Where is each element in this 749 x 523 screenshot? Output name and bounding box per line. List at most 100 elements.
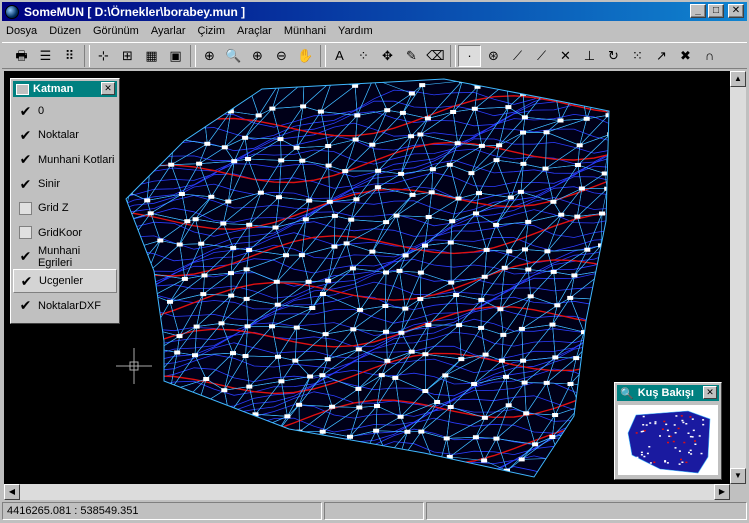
survey-point[interactable] xyxy=(124,374,130,379)
pencil-button[interactable]: ✎ xyxy=(400,45,423,67)
checkmark-icon[interactable]: ✔ xyxy=(19,104,32,118)
grid-button[interactable]: ⠿ xyxy=(58,45,81,67)
survey-point[interactable] xyxy=(355,347,362,352)
survey-point[interactable] xyxy=(424,116,431,121)
survey-point[interactable] xyxy=(167,299,173,304)
survey-point[interactable] xyxy=(154,436,161,441)
survey-point[interactable] xyxy=(505,105,512,110)
survey-point[interactable] xyxy=(324,468,331,472)
survey-point[interactable] xyxy=(493,222,500,227)
survey-point[interactable] xyxy=(275,354,281,359)
survey-point[interactable] xyxy=(246,222,253,227)
survey-point[interactable] xyxy=(468,171,475,176)
survey-point[interactable] xyxy=(143,456,150,460)
size-grip[interactable] xyxy=(730,484,746,500)
survey-point[interactable] xyxy=(174,350,181,355)
survey-point[interactable] xyxy=(127,274,133,279)
survey-point[interactable] xyxy=(354,113,361,118)
survey-point[interactable] xyxy=(196,161,203,166)
survey-point[interactable] xyxy=(471,106,478,111)
minimize-button[interactable]: _ xyxy=(690,4,706,18)
survey-point[interactable] xyxy=(493,158,500,163)
monitor-button[interactable]: ▣ xyxy=(164,45,187,67)
survey-point[interactable] xyxy=(402,306,409,311)
survey-point[interactable] xyxy=(244,324,251,329)
survey-point[interactable] xyxy=(243,267,250,272)
checkmark-icon[interactable]: ✔ xyxy=(19,128,32,142)
survey-point[interactable] xyxy=(144,271,151,276)
survey-point[interactable] xyxy=(167,439,174,444)
survey-point[interactable] xyxy=(594,88,601,93)
survey-point[interactable] xyxy=(574,163,581,167)
survey-point[interactable] xyxy=(269,324,275,329)
zoom-in-button[interactable]: ⊕ xyxy=(246,45,269,67)
survey-point[interactable] xyxy=(221,388,228,393)
survey-point[interactable] xyxy=(178,464,185,469)
survey-point[interactable] xyxy=(276,195,282,200)
survey-point[interactable] xyxy=(325,278,332,283)
survey-point[interactable] xyxy=(298,253,305,258)
survey-point[interactable] xyxy=(292,358,299,363)
vertical-scrollbar[interactable]: ▲ ▼ xyxy=(730,71,746,484)
survey-point[interactable] xyxy=(181,276,188,281)
survey-point[interactable] xyxy=(443,436,450,441)
survey-point[interactable] xyxy=(257,190,264,195)
survey-point[interactable] xyxy=(356,405,363,410)
survey-point[interactable] xyxy=(273,279,280,284)
survey-point[interactable] xyxy=(218,321,225,326)
checkmark-icon[interactable]: ✔ xyxy=(19,152,32,166)
layer-item[interactable]: ✔ Sinir xyxy=(13,172,117,196)
survey-point[interactable] xyxy=(458,357,465,362)
survey-point[interactable] xyxy=(498,358,505,363)
survey-point[interactable] xyxy=(550,79,556,84)
survey-point[interactable] xyxy=(127,130,133,135)
survey-point[interactable] xyxy=(306,198,313,203)
survey-point[interactable] xyxy=(481,415,488,420)
survey-point[interactable] xyxy=(599,211,605,216)
survey-point[interactable] xyxy=(471,382,478,386)
survey-point[interactable] xyxy=(176,334,183,339)
survey-point[interactable] xyxy=(192,217,199,222)
survey-point[interactable] xyxy=(242,354,249,358)
eraser-button[interactable]: ⌫ xyxy=(424,45,447,67)
survey-point[interactable] xyxy=(246,384,253,389)
survey-point[interactable] xyxy=(419,83,426,88)
menu-munhani[interactable]: Münhani xyxy=(284,25,326,37)
survey-point[interactable] xyxy=(278,158,285,163)
survey-point[interactable] xyxy=(434,469,441,474)
survey-point[interactable] xyxy=(594,297,601,302)
printer-button[interactable]: 🖶 xyxy=(10,45,33,67)
survey-point[interactable] xyxy=(277,466,284,470)
survey-point[interactable] xyxy=(606,412,613,416)
survey-point[interactable] xyxy=(504,80,511,85)
survey-point[interactable] xyxy=(520,161,527,166)
survey-point[interactable] xyxy=(296,402,303,407)
empty-checkbox-icon[interactable] xyxy=(19,226,32,240)
survey-point[interactable] xyxy=(505,403,512,408)
survey-point[interactable] xyxy=(500,332,507,337)
survey-point[interactable] xyxy=(481,274,488,279)
survey-point[interactable] xyxy=(574,214,581,219)
survey-point[interactable] xyxy=(127,302,134,307)
survey-point[interactable] xyxy=(119,353,125,357)
survey-point[interactable] xyxy=(503,374,509,379)
survey-point[interactable] xyxy=(147,164,153,169)
survey-point[interactable] xyxy=(175,84,181,89)
survey-point[interactable] xyxy=(402,253,409,258)
intersect-button[interactable]: ✕ xyxy=(554,45,577,67)
survey-point[interactable] xyxy=(450,110,457,114)
survey-point[interactable] xyxy=(583,116,590,121)
survey-point[interactable] xyxy=(399,110,406,115)
dots-button[interactable]: ⁙ xyxy=(626,45,649,67)
survey-point[interactable] xyxy=(455,196,462,201)
survey-point[interactable] xyxy=(383,270,389,275)
survey-point[interactable] xyxy=(247,88,254,93)
survey-point[interactable] xyxy=(322,332,329,337)
survey-point[interactable] xyxy=(242,135,249,140)
survey-point[interactable] xyxy=(384,454,391,459)
survey-point[interactable] xyxy=(245,157,251,161)
layer-item[interactable]: ✔ NoktalarDXF xyxy=(13,293,117,317)
menu-gorunum[interactable]: Görünüm xyxy=(93,25,139,37)
survey-point[interactable] xyxy=(283,253,289,258)
survey-point[interactable] xyxy=(350,327,357,332)
